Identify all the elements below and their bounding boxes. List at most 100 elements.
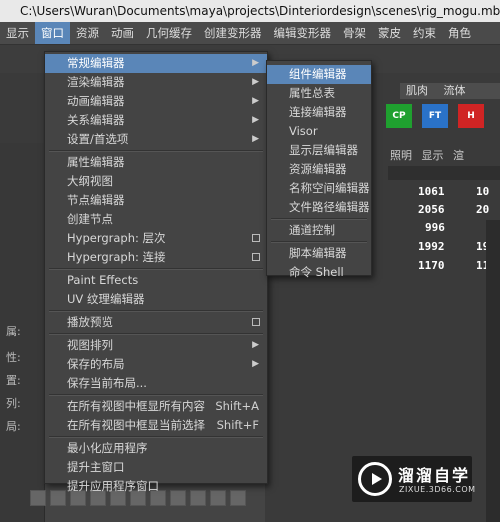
menu-item[interactable]: 脚本编辑器 — [267, 244, 371, 263]
play-logo-icon — [358, 462, 392, 496]
menu-item-label: 播放预览 — [67, 315, 113, 329]
menu-item[interactable]: 属性编辑器 — [45, 153, 267, 172]
h-shelf-icon[interactable]: H — [458, 104, 484, 128]
menu-item[interactable]: 常规编辑器 ▶ — [45, 54, 267, 73]
menu-8[interactable]: 蒙皮 — [372, 22, 407, 44]
layer-icon-row — [388, 166, 500, 180]
menu-item[interactable]: 渲染编辑器 ▶ — [45, 73, 267, 92]
menu-item-label: 创建节点 — [67, 212, 113, 226]
menu-item[interactable]: 动画编辑器 ▶ — [45, 92, 267, 111]
menu-item[interactable]: 属性总表 — [267, 84, 371, 103]
menu-item[interactable]: 文件路径编辑器 — [267, 198, 371, 217]
header-render[interactable]: 渲 — [453, 148, 464, 164]
menu-item[interactable]: 在所有视图中框显所有内容 Shift+A — [45, 397, 267, 416]
menu-item-label: 名称空间编辑器 — [289, 181, 370, 195]
menu-item-label: 资源编辑器 — [289, 162, 347, 176]
tab-fluid[interactable]: 流体 — [438, 83, 472, 99]
menu-item[interactable]: 设置/首选项 ▶ — [45, 130, 267, 149]
menu-item-label: 保存的布局 — [67, 357, 125, 371]
cp-shelf-icon[interactable]: CP — [386, 104, 412, 128]
count-value: 1992 — [418, 240, 445, 253]
menu-separator — [49, 436, 263, 438]
menu-item-label: 在所有视图中框显当前选择 — [67, 418, 205, 432]
tab-muscle[interactable]: 肌肉 — [400, 83, 434, 99]
submenu-arrow-icon: ▶ — [252, 58, 259, 68]
menu-item[interactable]: 提升应用程序窗口 — [45, 477, 267, 496]
layer-editor-header: 照明 显示 渲 — [390, 148, 500, 164]
header-lighting[interactable]: 照明 — [390, 148, 412, 164]
menu-item[interactable]: 名称空间编辑器 — [267, 179, 371, 198]
menu-10[interactable]: 角色 — [442, 22, 477, 44]
menu-item[interactable]: Hypergraph: 连接 — [45, 248, 267, 267]
left-label: 列: — [6, 397, 21, 410]
menu-item[interactable]: 提升主窗口 — [45, 458, 267, 477]
menu-9[interactable]: 约束 — [407, 22, 442, 44]
menu-shortcut: Shift+F — [216, 418, 259, 432]
menu-4[interactable]: 几何缓存 — [140, 22, 198, 44]
menu-2[interactable]: 资源 — [70, 22, 105, 44]
vertical-scrollbar[interactable] — [486, 220, 500, 522]
menu-item[interactable]: 播放预览 — [45, 313, 267, 332]
menu-item-label: UV 纹理编辑器 — [67, 292, 145, 306]
menu-7[interactable]: 骨架 — [337, 22, 372, 44]
menu-item[interactable]: Visor — [267, 122, 371, 141]
menu-item[interactable]: 关系编辑器 ▶ — [45, 111, 267, 130]
menu-5[interactable]: 创建变形器 — [198, 22, 268, 44]
option-box-icon[interactable] — [252, 234, 260, 242]
menu-item[interactable]: 大纲视图 — [45, 172, 267, 191]
menu-item[interactable]: 创建节点 — [45, 210, 267, 229]
count-value: 1170 — [418, 259, 445, 272]
menu-item[interactable]: 通道控制 — [267, 221, 371, 240]
menu-separator — [49, 150, 263, 152]
menu-item[interactable]: 组件编辑器 — [267, 65, 371, 84]
submenu-arrow-icon: ▶ — [252, 115, 259, 125]
menu-separator — [49, 333, 263, 335]
menu-item[interactable]: 保存当前布局... — [45, 374, 267, 393]
menu-item-label: 连接编辑器 — [289, 105, 347, 119]
left-label: 局: — [6, 420, 21, 433]
menu-item[interactable]: Hypergraph: 层次 — [45, 229, 267, 248]
menu-item-label: 属性编辑器 — [67, 155, 125, 169]
menu-item-label: 提升应用程序窗口 — [67, 479, 159, 493]
menu-item[interactable]: Paint Effects — [45, 271, 267, 290]
menu-item-label: 节点编辑器 — [67, 193, 125, 207]
menu-item[interactable]: 视图排列 ▶ — [45, 336, 267, 355]
menu-item[interactable]: 最小化应用程序 — [45, 439, 267, 458]
menu-item-label: Hypergraph: 层次 — [67, 231, 166, 245]
menu-item[interactable]: 在所有视图中框显当前选择 Shift+F — [45, 416, 267, 435]
menu-item[interactable]: 显示层编辑器 — [267, 141, 371, 160]
menu-1[interactable]: 窗口 — [35, 22, 70, 44]
menu-item-label: Visor — [289, 124, 318, 138]
menu-item[interactable]: 连接编辑器 — [267, 103, 371, 122]
menu-separator — [49, 394, 263, 396]
menu-3[interactable]: 动画 — [105, 22, 140, 44]
menu-item-label: 属性总表 — [289, 86, 335, 100]
menu-item[interactable]: UV 纹理编辑器 — [45, 290, 267, 309]
menu-item-label: 大纲视图 — [67, 174, 113, 188]
menu-item-label: 最小化应用程序 — [67, 441, 148, 455]
option-box-icon[interactable] — [252, 318, 260, 326]
menu-separator — [271, 218, 367, 220]
window-title: C:\Users\Wuran\Documents\maya\projects\D… — [20, 4, 500, 18]
menu-item[interactable]: 保存的布局 ▶ — [45, 355, 267, 374]
menu-item[interactable]: 命令 Shell — [267, 263, 371, 282]
tool-icon[interactable] — [30, 490, 46, 506]
menu-item[interactable]: 节点编辑器 — [45, 191, 267, 210]
submenu-arrow-icon: ▶ — [252, 77, 259, 87]
option-box-icon[interactable] — [252, 253, 260, 261]
menu-separator — [49, 268, 263, 270]
left-label: 性: — [6, 351, 21, 364]
count-value: 2056 — [418, 203, 445, 216]
count-value: 996 — [425, 221, 445, 234]
header-display[interactable]: 显示 — [422, 148, 444, 164]
main-menu-bar: 显示 窗口 资源 动画 几何缓存 创建变形器 编辑变形器 骨架 蒙皮 约束 角色 — [0, 22, 500, 45]
menu-item-label: Paint Effects — [67, 273, 139, 287]
menu-0[interactable]: 显示 — [0, 22, 35, 44]
count-value-right: 20 — [476, 203, 490, 216]
ft-shelf-icon[interactable]: FT — [422, 104, 448, 128]
menu-item-label: 组件编辑器 — [289, 67, 347, 81]
submenu-arrow-icon: ▶ — [252, 134, 259, 144]
menu-item-label: 提升主窗口 — [67, 460, 125, 474]
menu-item[interactable]: 资源编辑器 — [267, 160, 371, 179]
menu-6[interactable]: 编辑变形器 — [268, 22, 338, 44]
